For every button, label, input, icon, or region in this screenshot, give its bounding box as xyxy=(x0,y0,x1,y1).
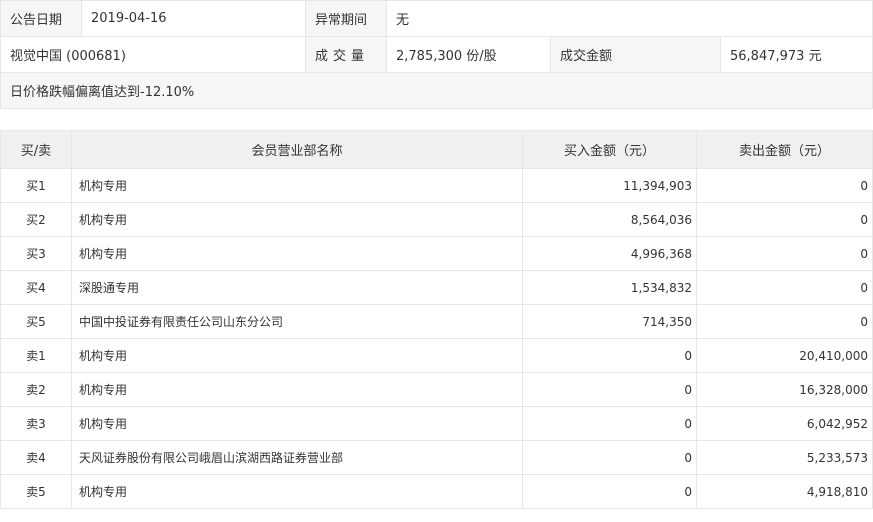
sell-amount-cell: 0 xyxy=(696,270,873,305)
side-cell: 卖2 xyxy=(0,372,72,407)
turnover-amount-value: 56,847,973 元 xyxy=(720,36,873,73)
sell-amount-cell: 0 xyxy=(696,168,873,203)
side-cell: 卖1 xyxy=(0,338,72,373)
sell-amount-cell: 16,328,000 xyxy=(696,372,873,407)
listing-reason: 日价格跌幅偏离值达到-12.10% xyxy=(0,72,873,109)
branch-name-cell: 机构专用 xyxy=(71,202,523,237)
side-cell: 买2 xyxy=(0,202,72,237)
sell-amount-cell: 0 xyxy=(696,202,873,237)
branch-name-cell: 机构专用 xyxy=(71,168,523,203)
sell-amount-cell: 5,233,573 xyxy=(696,440,873,475)
branch-name-cell: 机构专用 xyxy=(71,236,523,271)
announcement-date-label: 公告日期 xyxy=(0,0,82,37)
sell-amount-cell: 4,918,810 xyxy=(696,474,873,509)
table-row: 卖4 天风证券股份有限公司峨眉山滨湖西路证券营业部 0 5,233,573 xyxy=(0,440,873,475)
table-row: 卖2 机构专用 0 16,328,000 xyxy=(0,372,873,407)
volume-value: 2,785,300 份/股 xyxy=(386,36,551,73)
table-row: 买1 机构专用 11,394,903 0 xyxy=(0,168,873,203)
buy-amount-cell: 8,564,036 xyxy=(522,202,697,237)
branch-name-cell: 机构专用 xyxy=(71,372,523,407)
branch-name-cell: 深股通专用 xyxy=(71,270,523,305)
table-row: 买5 中国中投证券有限责任公司山东分公司 714,350 0 xyxy=(0,304,873,339)
buy-amount-cell: 0 xyxy=(522,372,697,407)
table-row: 买4 深股通专用 1,534,832 0 xyxy=(0,270,873,305)
trading-seats-table: 买/卖 会员营业部名称 买入金额（元） 卖出金额（元） 买1 机构专用 11,3… xyxy=(0,130,873,509)
header-buy-amount: 买入金额（元） xyxy=(522,130,697,169)
side-cell: 卖5 xyxy=(0,474,72,509)
announcement-info-table: 公告日期 2019-04-16 异常期间 无 视觉中国 (000681) 成交量… xyxy=(0,0,873,109)
buy-amount-cell: 0 xyxy=(522,440,697,475)
sell-amount-cell: 0 xyxy=(696,236,873,271)
buy-amount-cell: 0 xyxy=(522,474,697,509)
buy-amount-cell: 714,350 xyxy=(522,304,697,339)
side-cell: 买1 xyxy=(0,168,72,203)
table-header-row: 买/卖 会员营业部名称 买入金额（元） 卖出金额（元） xyxy=(0,130,873,169)
branch-name-cell: 机构专用 xyxy=(71,406,523,441)
table-row: 买3 机构专用 4,996,368 0 xyxy=(0,236,873,271)
buy-amount-cell: 11,394,903 xyxy=(522,168,697,203)
header-side: 买/卖 xyxy=(0,130,72,169)
abnormal-period-label: 异常期间 xyxy=(305,0,387,37)
branch-name-cell: 机构专用 xyxy=(71,338,523,373)
buy-amount-cell: 1,534,832 xyxy=(522,270,697,305)
side-cell: 卖3 xyxy=(0,406,72,441)
turnover-amount-label: 成交金额 xyxy=(550,36,721,73)
side-cell: 买3 xyxy=(0,236,72,271)
buy-amount-cell: 0 xyxy=(522,406,697,441)
header-sell-amount: 卖出金额（元） xyxy=(696,130,873,169)
side-cell: 买4 xyxy=(0,270,72,305)
announcement-date-value: 2019-04-16 xyxy=(81,0,306,37)
side-cell: 买5 xyxy=(0,304,72,339)
sell-amount-cell: 20,410,000 xyxy=(696,338,873,373)
buy-amount-cell: 4,996,368 xyxy=(522,236,697,271)
table-row: 卖5 机构专用 0 4,918,810 xyxy=(0,474,873,509)
volume-label: 成交量 xyxy=(305,36,387,73)
abnormal-period-value: 无 xyxy=(386,0,873,37)
header-branch-name: 会员营业部名称 xyxy=(71,130,523,169)
sell-amount-cell: 0 xyxy=(696,304,873,339)
branch-name-cell: 中国中投证券有限责任公司山东分公司 xyxy=(71,304,523,339)
table-row: 卖3 机构专用 0 6,042,952 xyxy=(0,406,873,441)
table-row: 卖1 机构专用 0 20,410,000 xyxy=(0,338,873,373)
branch-name-cell: 机构专用 xyxy=(71,474,523,509)
side-cell: 卖4 xyxy=(0,440,72,475)
table-row: 买2 机构专用 8,564,036 0 xyxy=(0,202,873,237)
sell-amount-cell: 6,042,952 xyxy=(696,406,873,441)
stock-name-code: 视觉中国 (000681) xyxy=(0,36,306,73)
buy-amount-cell: 0 xyxy=(522,338,697,373)
branch-name-cell: 天风证券股份有限公司峨眉山滨湖西路证券营业部 xyxy=(71,440,523,475)
